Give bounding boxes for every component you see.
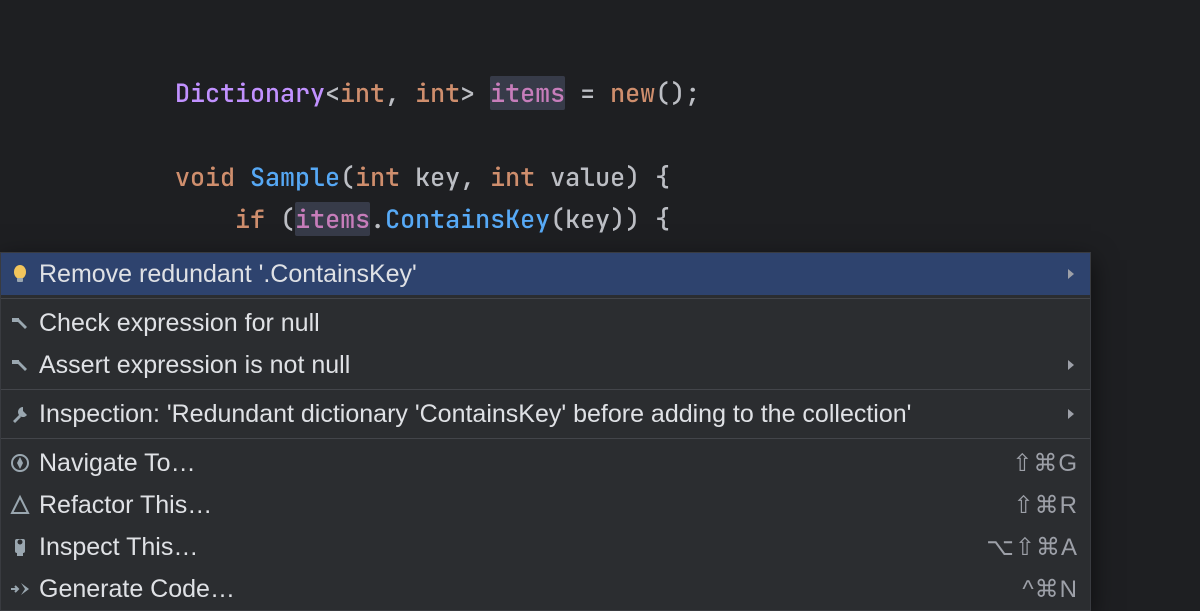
wrench-icon (9, 403, 31, 425)
chevron-right-icon (1064, 407, 1078, 421)
shortcut: ⇧⌘G (1012, 449, 1078, 478)
type-token: Dictionary (175, 76, 325, 110)
code-line[interactable]: void Sample(int key, int value) { (0, 156, 1200, 198)
context-action-label: Generate Code… (39, 575, 235, 604)
field-token: items (295, 202, 370, 236)
hammer-icon (9, 354, 31, 376)
shortcut: ⌥⇧⌘A (986, 533, 1078, 562)
field-token: items (490, 76, 565, 110)
shortcut: ^⌘N (1022, 575, 1078, 604)
context-action-label: Navigate To… (39, 449, 196, 478)
context-action-item[interactable]: Check expression for null (1, 302, 1090, 344)
shape-icon (9, 494, 31, 516)
code-line[interactable]: Dictionary<int, int> items = new(); (0, 72, 1200, 114)
context-action-item[interactable]: Inspect This… ⌥⇧⌘A (1, 526, 1090, 568)
context-action-label: Check expression for null (39, 309, 320, 338)
context-action-label: Refactor This… (39, 491, 212, 520)
code-editor[interactable]: Dictionary<int, int> items = new(); void… (0, 0, 1200, 240)
chevron-right-icon (1064, 358, 1078, 372)
shortcut: ⇧⌘R (1014, 491, 1078, 520)
popup-separator (1, 298, 1090, 299)
code-line[interactable]: if (items.ContainsKey(key)) { (0, 198, 1200, 240)
context-action-item[interactable]: Inspection: 'Redundant dictionary 'Conta… (1, 393, 1090, 435)
context-action-item[interactable]: Remove redundant '.ContainsKey' (1, 253, 1090, 295)
context-action-label: Inspect This… (39, 533, 198, 562)
popup-separator (1, 389, 1090, 390)
context-action-item[interactable]: Navigate To… ⇧⌘G (1, 442, 1090, 484)
context-action-item[interactable]: Refactor This… ⇧⌘R (1, 484, 1090, 526)
bulb-icon (9, 263, 31, 285)
context-action-item[interactable]: Generate Code… ^⌘N (1, 568, 1090, 610)
hammer-icon (9, 312, 31, 334)
compass-icon (9, 452, 31, 474)
context-actions-popup[interactable]: Remove redundant '.ContainsKey' Check exp… (0, 252, 1091, 611)
chevron-right-icon (1064, 267, 1078, 281)
context-action-label: Remove redundant '.ContainsKey' (39, 260, 417, 289)
inspect-icon (9, 536, 31, 558)
code-line[interactable] (0, 114, 1200, 156)
context-action-label: Inspection: 'Redundant dictionary 'Conta… (39, 400, 911, 429)
popup-separator (1, 438, 1090, 439)
context-action-item[interactable]: Assert expression is not null (1, 344, 1090, 386)
context-action-label: Assert expression is not null (39, 351, 350, 380)
gen-icon (9, 578, 31, 600)
